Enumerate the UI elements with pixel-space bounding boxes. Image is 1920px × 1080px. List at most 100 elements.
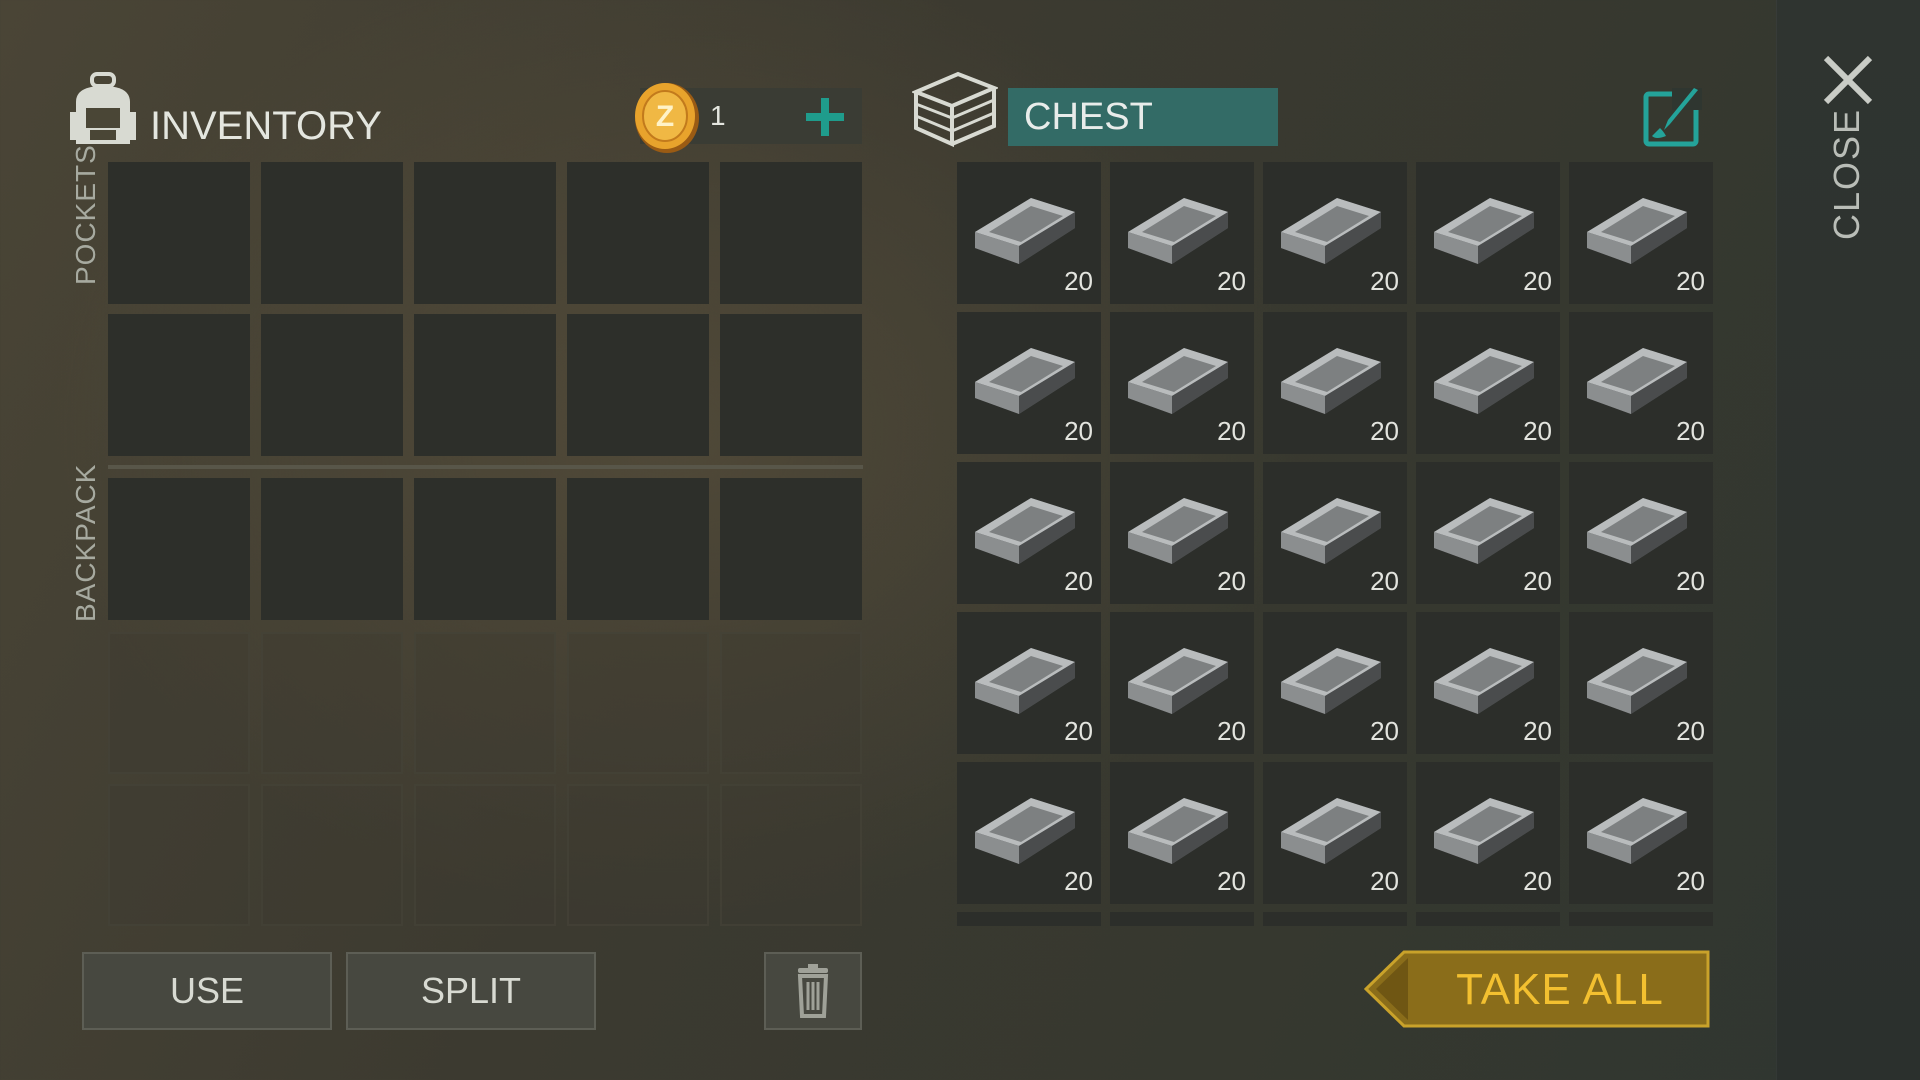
pocket-slot[interactable] [108,314,250,456]
pockets-label: POCKETS [70,144,101,285]
backpack-slot[interactable] [567,478,709,620]
backpack-locked-slot [108,632,250,774]
chest-slot[interactable]: 20 [1416,162,1560,304]
item-quantity: 20 [1370,566,1399,596]
chest-slot[interactable]: 20 [1416,312,1560,454]
backpack-locked-slot [720,784,862,926]
backpack-locked-slot [261,632,403,774]
item-quantity: 20 [1217,416,1246,446]
edit-paint-icon[interactable] [1642,86,1704,148]
backpack-slot[interactable] [261,478,403,620]
pocket-slot[interactable] [261,314,403,456]
iron-ingot-icon [1281,648,1381,714]
chest-slot[interactable]: 20 [1263,462,1407,604]
chest-slot[interactable]: 20 [1416,462,1560,604]
take-all-label[interactable]: TAKE ALL [1410,950,1710,1028]
use-button[interactable]: USE [82,952,332,1030]
chest-slot[interactable]: 20 [1110,612,1254,754]
item-quantity: 20 [1217,716,1246,746]
iron-ingot-icon [1434,198,1534,264]
backpack-slot[interactable] [720,478,862,620]
item-quantity: 20 [1217,866,1246,896]
backpack-icon [70,72,136,144]
item-quantity: 20 [1676,716,1705,746]
chest-slot[interactable]: 20 [1263,762,1407,904]
chest-slot[interactable]: 20 [1569,612,1713,754]
item-quantity: 20 [1064,416,1093,446]
chest-slot[interactable]: 20 [1110,162,1254,304]
chest-slot[interactable] [1263,912,1407,926]
item-quantity: 20 [1064,866,1093,896]
pocket-slot[interactable] [414,314,556,456]
chest-slot[interactable]: 20 [1110,312,1254,454]
inventory-title: INVENTORY [150,104,382,148]
backpack-locked-slot [414,632,556,774]
pocket-slot[interactable] [567,314,709,456]
pocket-slot[interactable] [567,162,709,304]
chest-slot[interactable]: 20 [1263,162,1407,304]
item-quantity: 20 [1676,866,1705,896]
chest-slot[interactable]: 20 [1416,612,1560,754]
backpack-slot[interactable] [108,478,250,620]
chest-slot[interactable] [1416,912,1560,926]
backpack-locked-slot [567,632,709,774]
chest-slot[interactable]: 20 [1569,312,1713,454]
iron-ingot-icon [1128,498,1228,564]
chest-slot[interactable] [1110,912,1254,926]
chest-slot[interactable]: 20 [1416,762,1560,904]
backpack-locked-slot [414,784,556,926]
chest-slot[interactable]: 20 [957,762,1101,904]
coin-count: 1 [710,100,726,131]
backpack-label: BACKPACK [70,463,101,622]
item-quantity: 20 [1370,866,1399,896]
pocket-slot[interactable] [720,162,862,304]
chest-slot[interactable]: 20 [957,612,1101,754]
iron-ingot-icon [975,348,1075,414]
iron-ingot-icon [1128,648,1228,714]
svg-text:Z: Z [656,100,674,133]
close-label[interactable]: CLOSE [1826,108,1867,240]
split-button[interactable]: SPLIT [346,952,596,1030]
chest-slot[interactable]: 20 [1263,312,1407,454]
pocket-slot[interactable] [720,314,862,456]
chest-slot[interactable]: 20 [1569,762,1713,904]
backpack-locked-slot [567,784,709,926]
trash-button[interactable] [764,952,862,1030]
pocket-slot[interactable] [261,162,403,304]
chest-slot[interactable]: 20 [1263,612,1407,754]
iron-ingot-icon [1587,648,1687,714]
chest-slot[interactable]: 20 [957,462,1101,604]
chest-slot[interactable]: 20 [1110,762,1254,904]
pockets-backpack-divider [108,465,863,469]
backpack-slot[interactable] [414,478,556,620]
item-quantity: 20 [1523,866,1552,896]
plus-icon[interactable] [800,92,850,142]
chest-slot[interactable]: 20 [957,312,1101,454]
pocket-slot[interactable] [414,162,556,304]
coin-icon: Z [635,83,699,153]
iron-ingot-icon [1434,498,1534,564]
item-quantity: 20 [1064,716,1093,746]
iron-ingot-icon [1434,798,1534,864]
chest-slot[interactable]: 20 [1569,162,1713,304]
backpack-locked-slot [720,632,862,774]
pocket-slot[interactable] [108,162,250,304]
item-quantity: 20 [1676,266,1705,296]
item-quantity: 20 [1676,566,1705,596]
chest-slot[interactable]: 20 [1110,462,1254,604]
item-quantity: 20 [1217,266,1246,296]
chest-slot[interactable] [1569,912,1713,926]
close-icon[interactable] [1820,52,1876,108]
iron-ingot-icon [1587,798,1687,864]
item-quantity: 20 [1370,716,1399,746]
chest-slot[interactable]: 20 [957,162,1101,304]
chest-slot[interactable]: 20 [1569,462,1713,604]
chest-icon [912,71,998,148]
chest-slot[interactable] [957,912,1101,926]
iron-ingot-icon [975,648,1075,714]
iron-ingot-icon [1587,198,1687,264]
iron-ingot-icon [1434,348,1534,414]
iron-ingot-icon [1281,798,1381,864]
item-quantity: 20 [1676,416,1705,446]
item-quantity: 20 [1523,716,1552,746]
